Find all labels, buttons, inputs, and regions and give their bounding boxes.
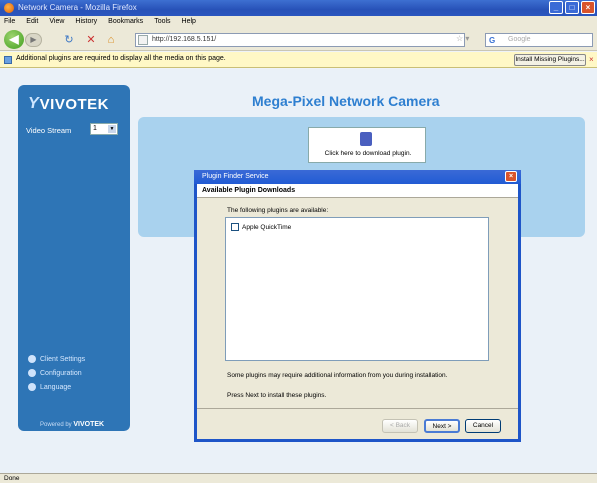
status-bar: Done xyxy=(0,473,597,483)
page-favicon xyxy=(138,35,148,45)
menu-tools[interactable]: Tools xyxy=(154,16,170,28)
back-button[interactable]: ◀ xyxy=(4,30,24,49)
maximize-button[interactable]: □ xyxy=(565,1,579,14)
page-title: Mega-Pixel Network Camera xyxy=(252,93,440,109)
menu-history[interactable]: History xyxy=(75,16,97,28)
dialog-close-button[interactable]: × xyxy=(505,171,517,182)
google-icon: G xyxy=(489,36,496,45)
status-text: Done xyxy=(4,475,20,482)
firefox-icon xyxy=(4,3,14,13)
client-settings-link[interactable]: Client Settings xyxy=(28,355,85,363)
puzzle-icon xyxy=(4,56,12,64)
chevron-down-icon: ▼ xyxy=(108,125,116,133)
dialog-divider xyxy=(197,408,518,409)
menu-edit[interactable]: Edit xyxy=(26,16,38,28)
dialog-note-next: Press Next to install these plugins. xyxy=(227,392,327,399)
menu-bar: File Edit View History Bookmarks Tools H… xyxy=(0,16,597,28)
plugin-icon xyxy=(360,132,372,146)
download-plugin-text: Click here to download plugin. xyxy=(324,150,412,157)
menu-file[interactable]: File xyxy=(4,16,15,28)
powered-by-prefix: Powered by xyxy=(40,422,72,428)
reload-icon[interactable]: ↻ xyxy=(62,33,76,47)
stop-icon[interactable]: ✕ xyxy=(84,33,98,47)
close-notification-icon[interactable]: × xyxy=(589,55,594,64)
configuration-label: Configuration xyxy=(40,369,82,377)
plugin-finder-dialog: Plugin Finder Service × Available Plugin… xyxy=(194,170,521,442)
powered-by: Powered by VIVOTEK xyxy=(40,421,104,428)
menu-view[interactable]: View xyxy=(49,16,64,28)
forward-button[interactable]: ▶ xyxy=(25,33,42,47)
dialog-subtitle: The following plugins are available: xyxy=(227,207,329,214)
cancel-button[interactable]: Cancel xyxy=(465,419,501,433)
configuration-link[interactable]: Configuration xyxy=(28,369,85,377)
video-stream-select[interactable]: 1 ▼ xyxy=(90,123,118,135)
client-settings-label: Client Settings xyxy=(40,355,86,363)
menu-help[interactable]: Help xyxy=(182,16,196,28)
wrench-icon xyxy=(28,369,36,377)
video-stream-label: Video Stream xyxy=(26,126,72,135)
install-missing-plugins-button[interactable]: Install Missing Plugins... xyxy=(514,54,586,66)
dialog-note-info: Some plugins may require additional info… xyxy=(227,372,448,379)
window-titlebar: Network Camera - Mozilla Firefox _ □ × xyxy=(0,0,597,16)
globe-icon xyxy=(28,383,36,391)
language-link[interactable]: Language xyxy=(28,383,85,391)
window-controls: _ □ × xyxy=(549,1,595,14)
gear-icon xyxy=(28,355,36,363)
plugin-list: Apple QuickTime xyxy=(225,217,489,361)
back-dialog-button[interactable]: < Back xyxy=(382,419,418,433)
url-text: http://192.168.5.151/ xyxy=(152,36,217,43)
close-window-button[interactable]: × xyxy=(581,1,595,14)
plugin-checkbox[interactable] xyxy=(231,223,239,231)
next-button[interactable]: Next > xyxy=(424,419,460,433)
video-stream-value: 1 xyxy=(93,125,97,132)
vivotek-logo: Y VIVOTEK xyxy=(28,95,110,113)
left-links: Client Settings Configuration Language xyxy=(28,355,85,397)
window-title: Network Camera - Mozilla Firefox xyxy=(18,3,137,12)
url-bar[interactable]: http://192.168.5.151/ xyxy=(135,33,465,47)
minimize-button[interactable]: _ xyxy=(549,1,563,14)
home-icon[interactable]: ⌂ xyxy=(104,33,118,47)
search-placeholder: Google xyxy=(508,36,531,43)
list-item[interactable]: Apple QuickTime xyxy=(231,223,291,231)
menu-bookmarks[interactable]: Bookmarks xyxy=(108,16,143,28)
search-input[interactable]: G Google xyxy=(485,33,593,47)
download-plugin-box[interactable]: Click here to download plugin. xyxy=(308,127,426,163)
dialog-titlebar: Plugin Finder Service × xyxy=(194,170,521,184)
dialog-title: Plugin Finder Service xyxy=(202,173,269,180)
left-panel: Y VIVOTEK Video Stream 1 ▼ Client Setting… xyxy=(18,85,130,431)
bookmark-star-icon[interactable]: ☆ ▾ xyxy=(456,34,469,43)
powered-by-brand: VIVOTEK xyxy=(73,421,105,428)
dialog-heading: Available Plugin Downloads xyxy=(197,184,518,198)
logo-text: VIVOTEK xyxy=(39,95,110,113)
plugin-notification-bar: Additional plugins are required to displ… xyxy=(0,52,597,68)
notification-message: Additional plugins are required to displ… xyxy=(16,55,226,62)
language-label: Language xyxy=(40,383,72,391)
navigation-toolbar: ◀ ▶ ↻ ✕ ⌂ http://192.168.5.151/ ☆ ▾ G Go… xyxy=(0,28,597,51)
plugin-name: Apple QuickTime xyxy=(242,223,292,231)
